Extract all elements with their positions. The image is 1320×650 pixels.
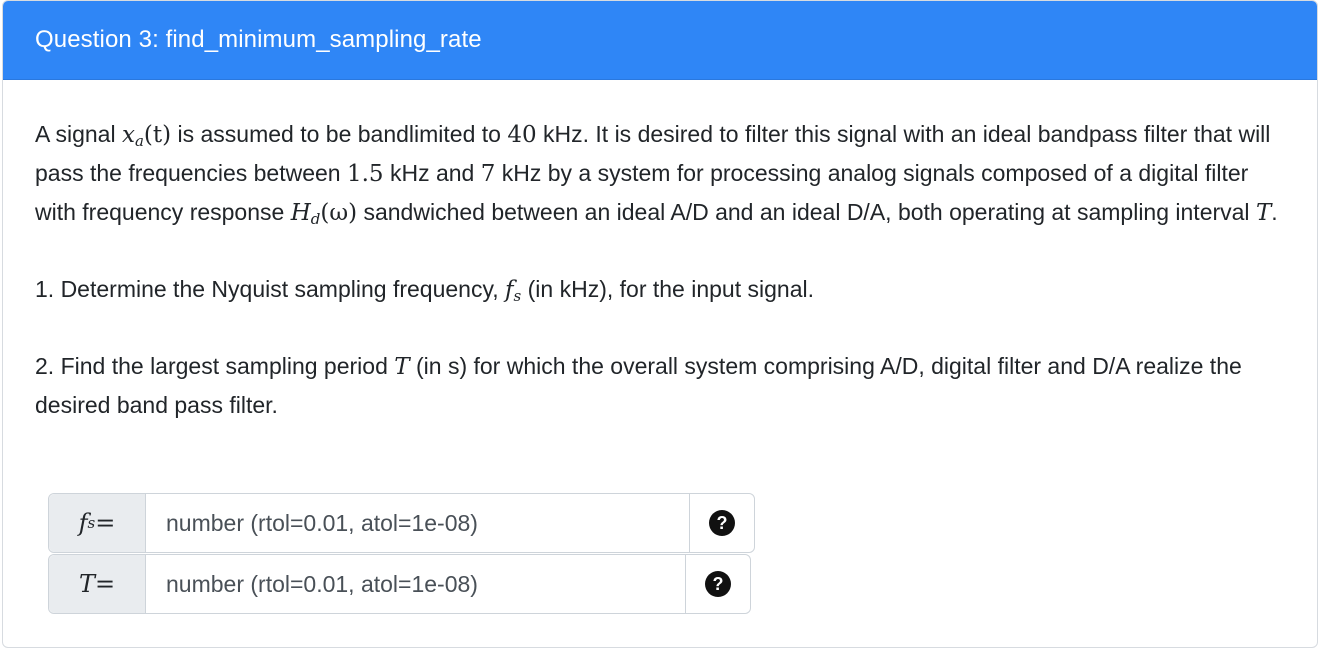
text: is assumed to be bandlimited to xyxy=(171,121,508,147)
part-1-question: 1. Determine the Nyquist sampling freque… xyxy=(35,270,1285,309)
math-7: 7 xyxy=(480,161,496,187)
question-title: Question 3: find_minimum_sampling_rate xyxy=(35,26,482,53)
fs-label: fs = xyxy=(49,494,146,552)
math-T: T xyxy=(394,354,410,380)
question-circle-icon[interactable]: ? xyxy=(709,510,735,536)
part-2-question: 2. Find the largest sampling period T (i… xyxy=(35,347,1285,424)
math-T: T xyxy=(1255,200,1272,226)
math-xa-t: xa(t) xyxy=(121,122,172,150)
answer-row-fs: fs = ? xyxy=(48,493,755,553)
question-header: Question 3: find_minimum_sampling_rate xyxy=(3,1,1317,80)
fs-help-button[interactable]: ? xyxy=(690,494,754,552)
text: (in kHz), for the input signal. xyxy=(521,276,814,302)
text: kHz and xyxy=(383,160,481,186)
question-body: A signal xa(t) is assumed to be bandlimi… xyxy=(3,80,1317,424)
math-hd-omega: Hd(ω) xyxy=(290,200,358,228)
math-40: 40 xyxy=(507,122,537,148)
T-help-button[interactable]: ? xyxy=(686,555,750,613)
answer-row-T: T = ? xyxy=(48,554,751,614)
text: 1. Determine the Nyquist sampling freque… xyxy=(35,276,506,302)
math-1-5: 1.5 xyxy=(346,161,384,187)
text: . xyxy=(1271,199,1278,225)
T-input[interactable] xyxy=(146,555,686,613)
text: A signal xyxy=(35,121,122,147)
problem-statement: A signal xa(t) is assumed to be bandlimi… xyxy=(35,115,1285,232)
question-circle-icon[interactable]: ? xyxy=(705,571,731,597)
text: sandwiched between an ideal A/D and an i… xyxy=(357,199,1256,225)
T-label: T = xyxy=(49,555,146,613)
math-fs: fs xyxy=(505,277,522,305)
fs-input[interactable] xyxy=(146,494,690,552)
text: 2. Find the largest sampling period xyxy=(35,353,395,379)
question-card: Question 3: find_minimum_sampling_rate A… xyxy=(2,0,1318,648)
